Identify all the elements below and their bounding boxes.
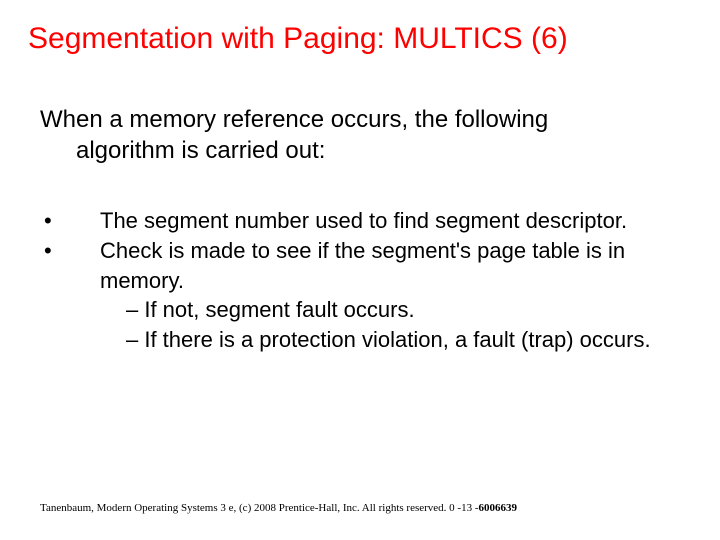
- list-item: • Check is made to see if the segment's …: [40, 236, 680, 355]
- intro-line-2: algorithm is carried out:: [40, 135, 680, 166]
- bullet-main-text: Check is made to see if the segment's pa…: [100, 238, 625, 293]
- sub-item: – If there is a protection violation, a …: [100, 325, 680, 355]
- slide-title: Segmentation with Paging: MULTICS (6): [0, 0, 720, 56]
- footer-citation: Tanenbaum, Modern Operating Systems 3 e,…: [40, 502, 517, 514]
- intro-text: When a memory reference occurs, the foll…: [0, 56, 720, 166]
- footer-text: Tanenbaum, Modern Operating Systems 3 e,…: [40, 502, 479, 514]
- footer-isbn: 6006639: [479, 502, 518, 514]
- bullet-text: The segment number used to find segment …: [100, 206, 680, 236]
- sub-item: – If not, segment fault occurs.: [100, 295, 680, 325]
- bullet-icon: •: [40, 206, 100, 236]
- bullet-text: Check is made to see if the segment's pa…: [100, 236, 680, 355]
- slide: Segmentation with Paging: MULTICS (6) Wh…: [0, 0, 720, 540]
- bullet-list: • The segment number used to find segmen…: [0, 166, 720, 354]
- bullet-icon: •: [40, 236, 100, 355]
- list-item: • The segment number used to find segmen…: [40, 206, 680, 236]
- intro-line-1: When a memory reference occurs, the foll…: [40, 104, 680, 135]
